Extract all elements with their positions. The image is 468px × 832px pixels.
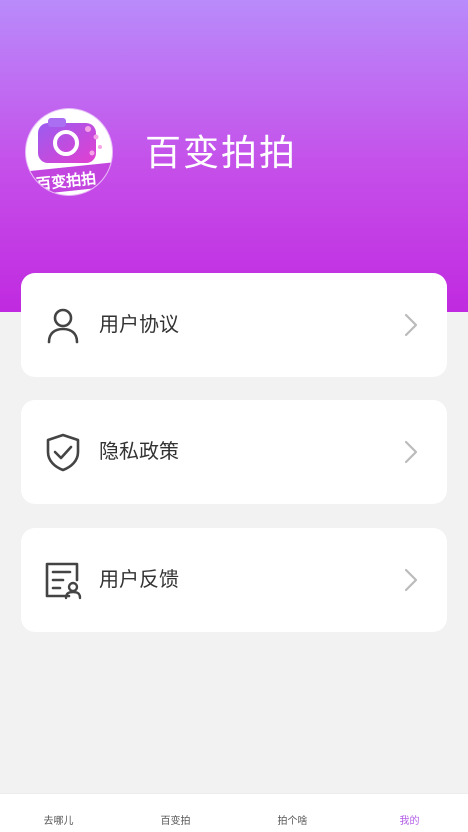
menu-label-user-feedback: 用户反馈 <box>99 567 179 591</box>
menu-label-user-agreement: 用户协议 <box>99 312 179 336</box>
app-logo-avatar: 百变拍拍 <box>26 109 112 195</box>
shield-check-icon <box>46 433 80 472</box>
tab-what-to-shoot[interactable]: 拍个啥 <box>234 794 351 832</box>
menu-card-user-feedback[interactable]: 用户反馈 <box>21 528 447 632</box>
user-icon <box>47 308 79 344</box>
app-title: 百变拍拍 <box>145 133 298 174</box>
menu-card-privacy-policy[interactable]: 隐私政策 <box>21 400 447 504</box>
tab-variety-shoot[interactable]: 百变拍 <box>117 794 234 832</box>
chevron-right-icon <box>404 568 418 592</box>
tab-mine[interactable]: 我的 <box>351 794 468 832</box>
chevron-right-icon <box>404 313 418 337</box>
camera-logo-icon: 百变拍拍 <box>28 118 112 195</box>
chevron-right-icon <box>404 440 418 464</box>
feedback-document-icon <box>45 562 82 600</box>
tab-go-where[interactable]: 去哪儿 <box>0 794 117 832</box>
menu-card-user-agreement[interactable]: 用户协议 <box>21 273 447 377</box>
menu-label-privacy-policy: 隐私政策 <box>99 439 179 463</box>
bottom-tab-bar: 去哪儿 百变拍 拍个啥 我的 <box>0 793 468 832</box>
profile-header: 百变拍拍 百变拍拍 <box>0 0 468 312</box>
